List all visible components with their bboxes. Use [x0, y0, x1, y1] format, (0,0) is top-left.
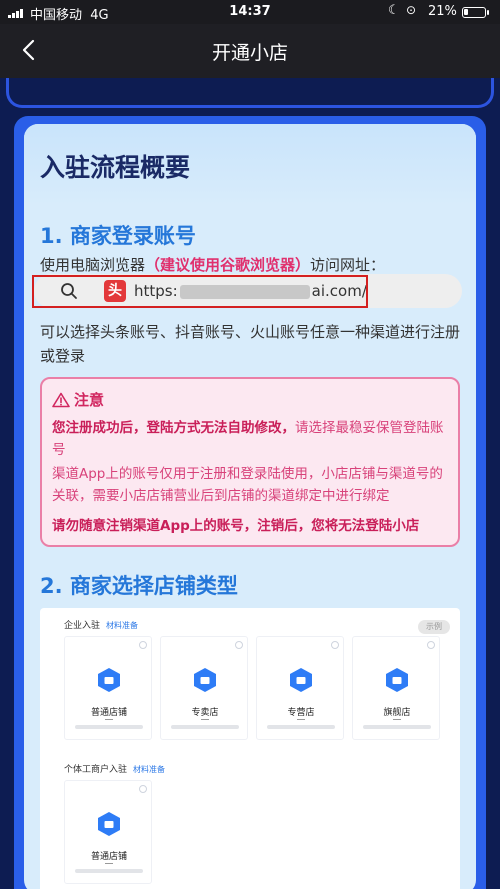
radio-icon: [427, 641, 435, 649]
decor-rim: [6, 78, 494, 108]
do-not-disturb-icon: ☾: [388, 3, 400, 18]
store-type-label: 专卖店: [191, 708, 219, 718]
individual-section-label: 个体工商户入驻 材料准备: [64, 765, 166, 775]
radio-icon: [139, 785, 147, 793]
divider: [297, 719, 305, 720]
store-type-label: 旗舰店: [383, 708, 411, 718]
divider: [105, 863, 113, 864]
rotation-lock-icon: ⊙: [406, 3, 417, 17]
clock: 14:37: [229, 4, 271, 19]
baidu-watermark: Bai 经验: [380, 865, 438, 881]
enterprise-section-label: 企业入驻 材料准备: [64, 621, 139, 631]
step2-heading: 2. 商家选择店铺类型: [40, 574, 238, 598]
store-type-tile[interactable]: 专营店: [256, 636, 344, 740]
battery-percent: 21%: [428, 4, 457, 19]
status-bar: 中国移动 4G 14:37 ☾ ⊙ 21%: [0, 0, 500, 24]
divider: [201, 719, 209, 720]
store-type-caption: [267, 725, 335, 729]
step1-heading: 1. 商家登录账号: [40, 224, 196, 248]
notice-heading: 注意: [52, 389, 104, 410]
store-type-tile[interactable]: 专卖店: [160, 636, 248, 740]
store-type-tile[interactable]: 旗舰店: [352, 636, 440, 740]
browser-recommendation: （建议使用谷歌浏览器）: [145, 256, 311, 274]
store-icon: [290, 668, 312, 692]
store-type-caption: [75, 869, 143, 873]
store-type-tile[interactable]: 普通店铺: [64, 636, 152, 740]
store-type-label: 专营店: [287, 708, 315, 718]
notice-paragraph-2: 渠道App上的账号仅用于注册和登录陆使用，小店店铺与渠道号的关联，需要小店店铺营…: [52, 466, 443, 504]
nav-bar: 开通小店: [0, 24, 500, 78]
card-title: 入驻流程概要: [40, 153, 191, 182]
step1-instruction: 使用电脑浏览器（建议使用谷歌浏览器）访问网址：: [40, 256, 386, 274]
radio-icon: [331, 641, 339, 649]
store-type-label: 普通店铺: [90, 852, 127, 862]
store-icon: [98, 668, 120, 692]
store-icon: [98, 812, 120, 836]
notice-paragraph-3: 请勿随意注销渠道App上的账号，注销后，您将无法登陆小店: [52, 518, 420, 534]
enterprise-materials-link[interactable]: 材料准备: [106, 621, 138, 630]
store-icon: [194, 668, 216, 692]
divider: [105, 719, 113, 720]
url-highlight-box: [32, 275, 368, 308]
store-icon: [386, 668, 408, 692]
individual-materials-link[interactable]: 材料准备: [133, 765, 165, 774]
store-type-caption: [75, 725, 143, 729]
step1-description: 可以选择头条账号、抖音账号、火山账号任意一种渠道进行注册或登录: [40, 323, 461, 365]
page-title: 开通小店: [211, 42, 288, 64]
notice-paragraph-1: 您注册成功后，登陆方式无法自助修改，请选择最稳妥保管登陆账号: [52, 420, 444, 458]
example-badge: 示例: [418, 620, 450, 634]
divider: [393, 719, 401, 720]
notice-box: 注意 您注册成功后，登陆方式无法自助修改，请选择最稳妥保管登陆账号 渠道App上…: [40, 377, 460, 547]
store-type-tile[interactable]: 普通店铺: [64, 780, 152, 884]
store-type-screenshot: 企业入驻 材料准备 示例 普通店铺 专卖店 专营店 旗舰店 个体工商户入驻 材料准备 普通…: [40, 608, 460, 889]
store-type-label: 普通店铺: [90, 708, 127, 718]
battery-level: [464, 9, 468, 15]
battery-icon: [462, 7, 489, 18]
radio-icon: [235, 641, 243, 649]
warning-icon: [52, 392, 70, 407]
radio-icon: [139, 641, 147, 649]
store-type-caption: [363, 725, 431, 729]
store-type-caption: [171, 725, 239, 729]
